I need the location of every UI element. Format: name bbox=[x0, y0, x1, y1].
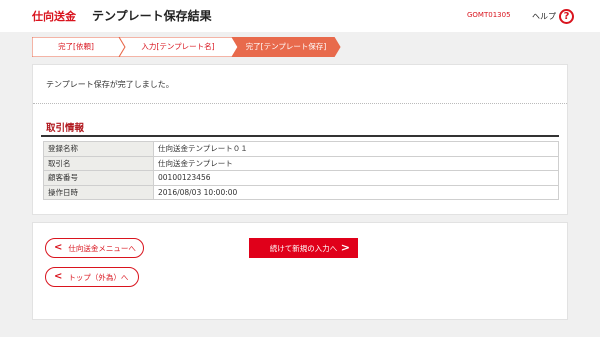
page-title: テンプレート保存結果 bbox=[92, 9, 212, 23]
help-icon: ? bbox=[559, 8, 574, 24]
chevron-right-icon: > bbox=[340, 241, 350, 254]
chevron-left-icon: < bbox=[54, 271, 63, 282]
chevron-left-icon: < bbox=[54, 242, 63, 253]
row-value: 仕向送金テンプレート０１ bbox=[153, 141, 559, 157]
help-link[interactable]: ヘルプ ? bbox=[532, 8, 574, 24]
remittance-menu-button[interactable]: < 仕向送金メニューへ bbox=[45, 238, 144, 258]
help-label: ヘルプ bbox=[532, 11, 556, 21]
table-row: 登録名称 仕向送金テンプレート０１ bbox=[43, 141, 559, 157]
step-1-label: 完了[依頼] bbox=[58, 42, 94, 51]
row-label: 登録名称 bbox=[43, 141, 154, 157]
action-panel: < 仕向送金メニューへ < トップ（外為）へ 続けて新規の入力へ > bbox=[32, 222, 568, 320]
complete-message: テンプレート保存が完了しました。 bbox=[46, 80, 174, 89]
row-label: 操作日時 bbox=[43, 184, 154, 200]
transaction-table: 登録名称 仕向送金テンプレート０１ 取引名 仕向送金テンプレート 顧客番号 00… bbox=[43, 141, 559, 200]
remittance-menu-label: 仕向送金メニューへ bbox=[68, 243, 136, 253]
step-3-label: 完了[テンプレート保存] bbox=[245, 42, 327, 51]
section-title: 取引情報 bbox=[46, 123, 85, 134]
row-value: 00100123456 bbox=[153, 170, 559, 186]
row-label: 顧客番号 bbox=[43, 170, 154, 186]
table-row: 取引名 仕向送金テンプレート bbox=[43, 155, 559, 171]
step-2-label: 入力[テンプレート名] bbox=[141, 42, 215, 51]
divider bbox=[33, 103, 567, 104]
continue-label: 続けて新規の入力へ bbox=[269, 243, 338, 253]
table-row: 操作日時 2016/08/03 10:00:00 bbox=[43, 184, 559, 200]
row-value: 2016/08/03 10:00:00 bbox=[153, 184, 559, 200]
section-rule bbox=[41, 135, 559, 137]
top-label: トップ（外為）へ bbox=[68, 272, 129, 282]
header: 仕向送金 テンプレート保存結果 GOMT01305 ヘルプ ? bbox=[0, 0, 600, 32]
table-row: 顧客番号 00100123456 bbox=[43, 170, 559, 186]
top-button[interactable]: < トップ（外為）へ bbox=[45, 267, 139, 287]
brand-label: 仕向送金 bbox=[32, 10, 76, 23]
row-value: 仕向送金テンプレート bbox=[153, 155, 559, 171]
row-label: 取引名 bbox=[43, 155, 154, 171]
result-panel: テンプレート保存が完了しました。 取引情報 登録名称 仕向送金テンプレート０１ … bbox=[32, 64, 568, 215]
screen-id: GOMT01305 bbox=[467, 11, 511, 19]
step-indicator: 完了[依頼] 入力[テンプレート名] 完了[テンプレート保存] bbox=[32, 37, 342, 57]
continue-new-input-button[interactable]: 続けて新規の入力へ > bbox=[249, 238, 358, 258]
